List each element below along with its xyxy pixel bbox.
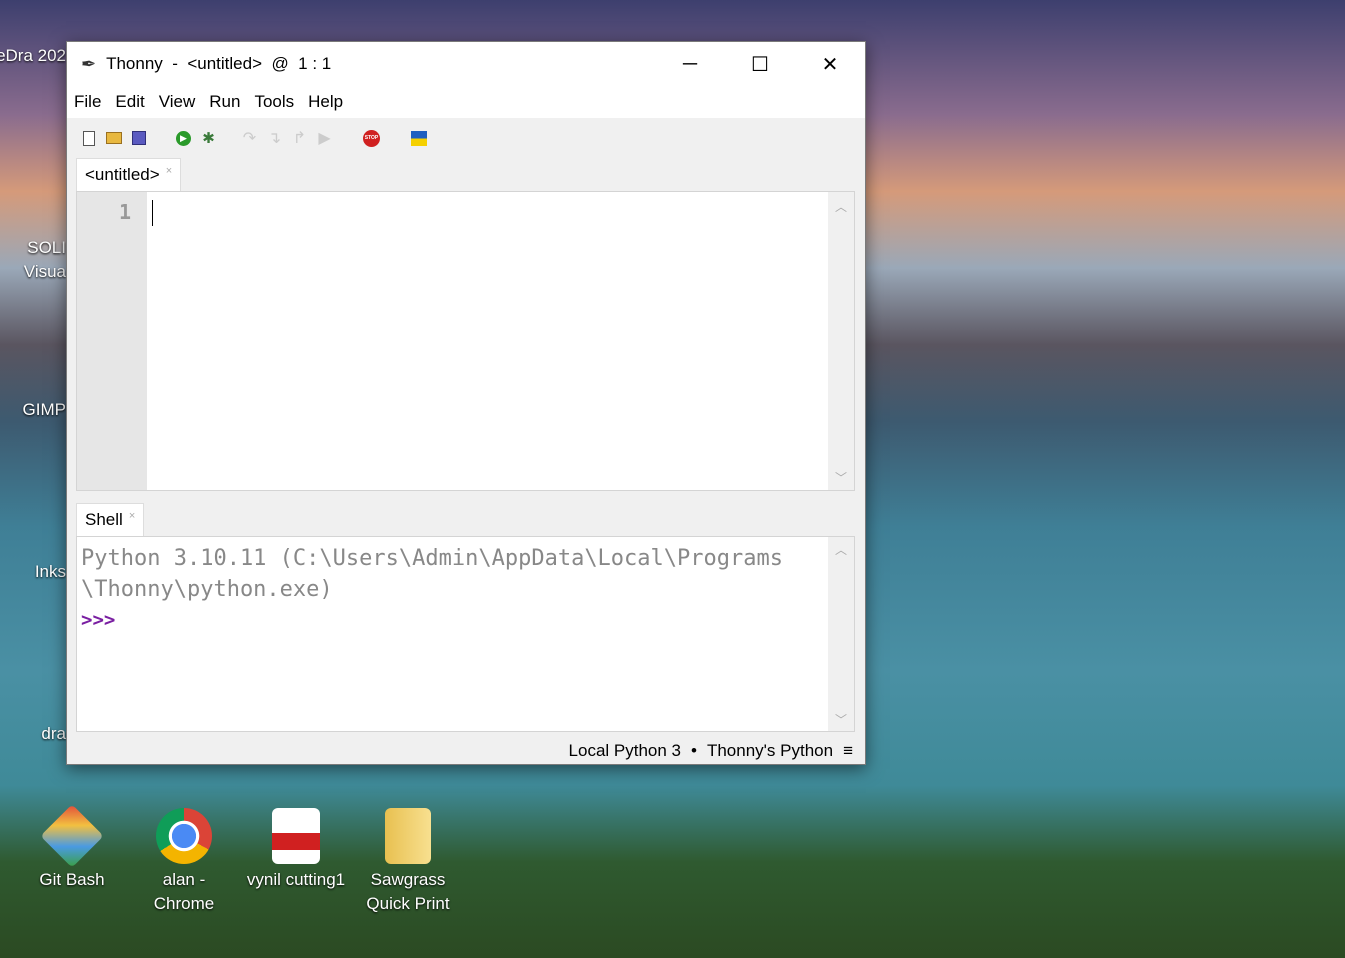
menu-tools[interactable]: Tools bbox=[253, 92, 301, 112]
menu-help[interactable]: Help bbox=[307, 92, 350, 112]
folder-icon bbox=[385, 808, 431, 864]
new-file-icon[interactable] bbox=[79, 129, 98, 148]
desktop-icon-edraw[interactable]: eDra 202 bbox=[0, 44, 72, 68]
maximize-button[interactable]: ☐ bbox=[725, 42, 795, 86]
status-separator: • bbox=[691, 741, 697, 760]
close-button[interactable]: ✕ bbox=[795, 42, 865, 86]
menu-file[interactable]: File bbox=[73, 92, 108, 112]
menu-run[interactable]: Run bbox=[208, 92, 247, 112]
interpreter-menu-icon[interactable]: ≡ bbox=[843, 741, 853, 761]
line-number: 1 bbox=[118, 200, 131, 224]
desktop-icon-git-bash[interactable]: Git Bash bbox=[22, 804, 122, 892]
status-bar: Local Python 3 • Thonny's Python ≡ bbox=[67, 736, 853, 766]
desktop-icon-solid[interactable]: SOLI Visua bbox=[0, 236, 72, 284]
shell-banner-line2: \Thonny\python.exe) bbox=[81, 577, 333, 602]
stop-icon[interactable]: STOP bbox=[362, 129, 381, 148]
shell-banner-line1: Python 3.10.11 (C:\Users\Admin\AppData\L… bbox=[81, 546, 783, 571]
menu-edit[interactable]: Edit bbox=[114, 92, 151, 112]
editor-pane[interactable]: 1 ︿ ﹀ bbox=[76, 191, 855, 491]
shell-prompt: >>> bbox=[81, 609, 116, 631]
python-label[interactable]: Thonny's Python bbox=[707, 741, 833, 761]
shell-pane[interactable]: Python 3.10.11 (C:\Users\Admin\AppData\L… bbox=[76, 536, 855, 732]
close-tab-icon[interactable]: × bbox=[166, 165, 172, 177]
toolbar: ▶ ✱ ↷ ↴ ↱ ▶ STOP bbox=[67, 118, 865, 158]
tab-untitled[interactable]: <untitled> × bbox=[76, 158, 182, 192]
desktop-icon-draw[interactable]: dra bbox=[0, 722, 72, 746]
run-icon[interactable]: ▶ bbox=[174, 129, 193, 148]
tab-shell[interactable]: Shell × bbox=[76, 503, 145, 537]
interpreter-label[interactable]: Local Python 3 bbox=[569, 741, 681, 761]
desktop-icon-chrome[interactable]: alan - Chrome bbox=[134, 808, 234, 916]
step-into-icon: ↴ bbox=[267, 130, 282, 147]
chrome-icon bbox=[156, 808, 212, 864]
step-over-icon: ↷ bbox=[242, 130, 257, 147]
step-out-icon: ↱ bbox=[292, 130, 307, 147]
save-file-icon[interactable] bbox=[129, 129, 148, 148]
menu-bar: File Edit View Run Tools Help bbox=[67, 86, 865, 118]
window-title: Thonny - <untitled> @ 1 : 1 bbox=[106, 54, 332, 73]
minimize-button[interactable]: ─ bbox=[655, 42, 725, 86]
pdf-file-icon bbox=[272, 808, 320, 864]
resume-icon: ▶ bbox=[318, 130, 331, 147]
open-file-icon[interactable] bbox=[104, 129, 123, 148]
line-gutter: 1 bbox=[77, 192, 147, 490]
desktop-icon-gimp[interactable]: GIMP bbox=[0, 398, 72, 422]
shell-scrollbar[interactable]: ︿ ﹀ bbox=[828, 537, 854, 731]
text-cursor bbox=[152, 200, 153, 226]
menu-view[interactable]: View bbox=[158, 92, 203, 112]
desktop-icon-sawgrass[interactable]: Sawgrass Quick Print bbox=[358, 808, 458, 916]
editor-scrollbar[interactable]: ︿ ﹀ bbox=[828, 192, 854, 490]
close-shell-tab-icon[interactable]: × bbox=[129, 510, 135, 522]
thonny-window: ✒ Thonny - <untitled> @ 1 : 1 ─ ☐ ✕ File… bbox=[66, 41, 866, 765]
desktop-icon-pdf[interactable]: vynil cutting1 bbox=[246, 808, 346, 892]
git-bash-icon bbox=[40, 804, 104, 868]
debug-icon[interactable]: ✱ bbox=[199, 129, 218, 148]
ukraine-flag-icon[interactable] bbox=[409, 129, 428, 148]
desktop-icon-inkscape[interactable]: Inks bbox=[0, 560, 72, 584]
thonny-feather-icon: ✒ bbox=[81, 53, 97, 74]
title-bar[interactable]: ✒ Thonny - <untitled> @ 1 : 1 ─ ☐ ✕ bbox=[67, 42, 865, 86]
